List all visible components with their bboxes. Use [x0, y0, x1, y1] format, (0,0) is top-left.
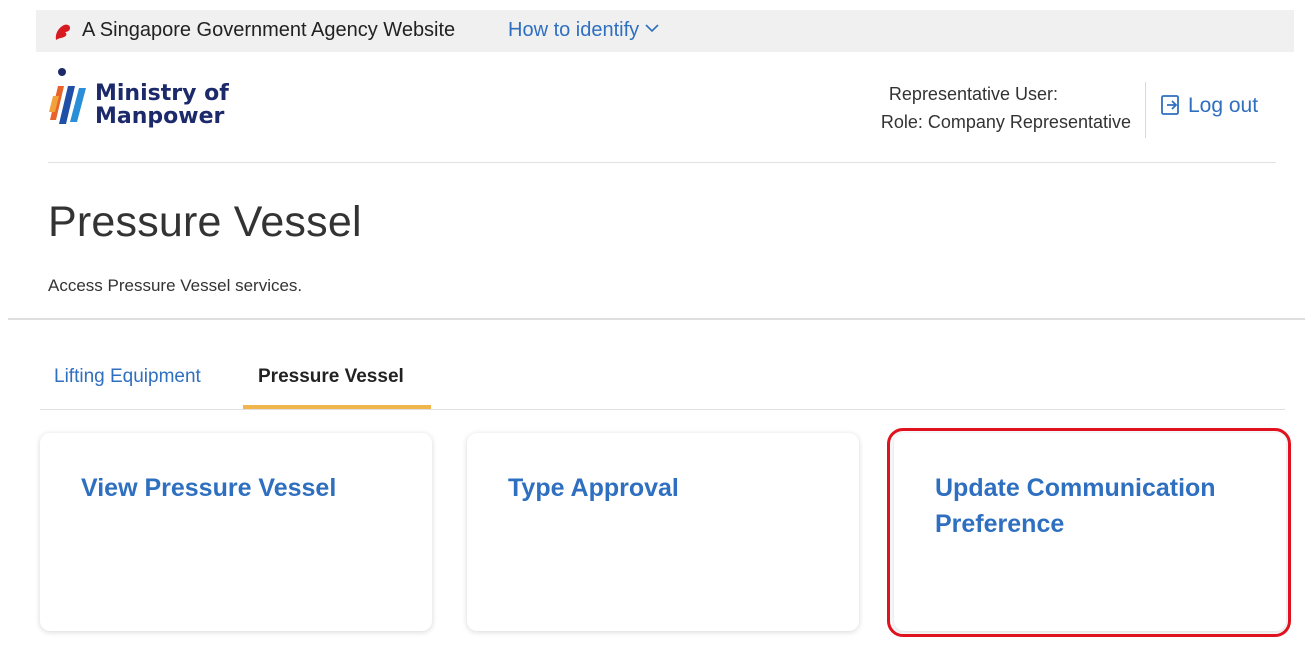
mom-logo-mark-icon [49, 68, 86, 124]
logo-text: Ministry of Manpower [95, 81, 229, 129]
logout-icon [1161, 95, 1179, 115]
header-rule [48, 162, 1276, 163]
tabs-rule [40, 409, 1285, 410]
page-subtitle: Access Pressure Vessel services. [48, 276, 303, 295]
tab-lifting-equipment[interactable]: Lifting Equipment [54, 366, 201, 388]
role-label: Role: Company Representative [880, 112, 1131, 132]
masthead-text: A Singapore Government Agency Website [82, 19, 456, 41]
gov-masthead: A Singapore Government Agency Website Ho… [36, 10, 1294, 52]
highlight-annotation [887, 428, 1291, 637]
card-title: Type Approval [508, 474, 679, 502]
page-title: Pressure Vessel [48, 198, 362, 246]
singapore-lion-icon [55, 24, 70, 40]
logout-button[interactable]: Log out [1160, 94, 1258, 118]
card-title: View Pressure Vessel [81, 474, 337, 502]
type-approval-card[interactable]: Type Approval [467, 433, 859, 631]
header-divider [1145, 82, 1146, 138]
tab-pressure-vessel[interactable]: Pressure Vessel [258, 366, 404, 388]
logout-label: Log out [1188, 94, 1259, 117]
user-label: Representative User: [888, 84, 1058, 104]
how-to-identify-link[interactable]: How to identify [508, 19, 659, 42]
mom-logo[interactable]: Ministry of Manpower [48, 66, 258, 148]
chevron-down-icon [645, 24, 659, 33]
view-pressure-vessel-card[interactable]: View Pressure Vessel [40, 433, 432, 631]
